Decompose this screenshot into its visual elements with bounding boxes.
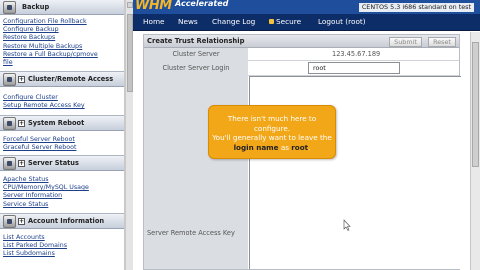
top-nav: Home News Change Log Secure Logout (root… (133, 14, 480, 31)
sidebar-link[interactable]: Service Status (3, 201, 123, 209)
sidebar-link[interactable]: file (3, 59, 123, 67)
section-title: Backup (22, 3, 50, 11)
sidebar-section-cluster[interactable]: + Cluster/Remote Access (0, 71, 124, 87)
sidebar: Backup Configuration File Rollback Confi… (0, 0, 125, 270)
cluster-links: Configure Cluster Setup Remote Access Ke… (3, 94, 123, 110)
sidebar-section-server-status[interactable]: + Server Status (0, 155, 124, 171)
expand-icon[interactable]: + (18, 218, 25, 225)
backup-icon (3, 1, 16, 14)
sidebar-section-backup[interactable]: Backup (0, 0, 124, 15)
submit-button[interactable]: Submit (389, 37, 422, 47)
backup-links: Configuration File Rollback Configure Ba… (3, 18, 123, 67)
hint-mid: as (278, 142, 292, 152)
nav-home[interactable]: Home (143, 17, 165, 26)
hint-end: . (308, 142, 311, 152)
login-field[interactable]: root (308, 62, 400, 74)
nav-logout[interactable]: Logout (root) (318, 17, 366, 26)
hint-highlight-root: root (291, 142, 309, 152)
page-scrollbar[interactable] (470, 32, 480, 270)
cluster-server-row: Cluster Server 123.45.67.189 (144, 48, 459, 61)
expand-icon[interactable]: + (18, 120, 25, 127)
sidebar-link[interactable]: Forceful Server Reboot (3, 136, 123, 144)
expand-icon[interactable]: + (18, 76, 25, 83)
sidebar-section-account-info[interactable]: + Account Information (0, 213, 124, 229)
cluster-server-value: 123.45.67.189 (332, 50, 381, 58)
sidebar-link[interactable]: List Parked Domains (3, 242, 123, 250)
scrollbar-thumb[interactable] (472, 42, 479, 167)
sidebar-link[interactable]: List Subdomains (3, 250, 123, 258)
sidebar-section-reboot[interactable]: + System Reboot (0, 115, 124, 131)
logo-subtitle: Accelerated (175, 0, 229, 8)
lock-icon (269, 19, 274, 24)
reboot-icon (3, 117, 16, 130)
account-info-icon (3, 215, 16, 228)
hint-line-2: You'll generally want to leave the (212, 133, 332, 143)
nav-secure-label: Secure (276, 17, 302, 26)
section-title: Cluster/Remote Access (28, 75, 114, 83)
sidebar-link[interactable]: Configure Backup (3, 26, 123, 34)
server-status-links: Apache Status CPU/Memory/MySQL Usage Ser… (3, 176, 123, 209)
account-info-links: List Accounts List Parked Domains List S… (3, 234, 123, 259)
server-status-icon (3, 157, 16, 170)
reboot-links: Forceful Server Reboot Graceful Server R… (3, 136, 123, 152)
login-row: Cluster Server Login (144, 61, 459, 76)
sidebar-link[interactable]: Configuration File Rollback (3, 18, 123, 26)
reset-button[interactable]: Reset (428, 37, 456, 47)
text-cursor-icon (343, 219, 351, 231)
section-title: System Reboot (28, 119, 85, 127)
server-info: CENTOS 5.3 i686 standard on test (358, 3, 474, 12)
cluster-icon (3, 73, 16, 86)
nav-change-log[interactable]: Change Log (212, 17, 255, 26)
sidebar-link[interactable]: Restore Multiple Backups (3, 43, 123, 51)
sidebar-link[interactable]: Apache Status (3, 176, 123, 184)
expand-icon[interactable]: + (18, 160, 25, 167)
sidebar-scrollbar[interactable] (125, 0, 133, 270)
section-title: Account Information (28, 217, 105, 225)
hint-line-3: login name as root. (209, 143, 335, 153)
access-key-label: Server Remote Access Key (147, 229, 235, 237)
header-banner: WHM Accelerated CENTOS 5.3 i686 standard… (133, 0, 480, 14)
sidebar-link[interactable]: Setup Remote Access Key (3, 102, 123, 110)
sidebar-link[interactable]: CPU/Memory/MySQL Usage (3, 184, 123, 192)
nav-secure[interactable]: Secure (269, 17, 301, 26)
section-title: Server Status (28, 159, 79, 167)
hint-callout: There isn't much here to configure. You'… (208, 105, 336, 159)
cluster-server-label: Cluster Server (144, 48, 248, 61)
sidebar-link[interactable]: List Accounts (3, 234, 123, 242)
login-label: Cluster Server Login (144, 61, 248, 76)
form-title: Create Trust Relationship (147, 37, 245, 45)
nav-news[interactable]: News (178, 17, 198, 26)
sidebar-link[interactable]: Restore a Full Backup/cpmove (3, 51, 123, 59)
sidebar-link[interactable]: Configure Cluster (3, 94, 123, 102)
whm-logo: WHM (135, 0, 172, 13)
hint-line-1: There isn't much here to configure. (227, 114, 317, 133)
sidebar-link[interactable]: Server Information (3, 192, 123, 200)
sidebar-link[interactable]: Graceful Server Reboot (3, 144, 123, 152)
hint-highlight-login: login name (233, 142, 279, 152)
form-header: Create Trust Relationship Submit Reset (144, 35, 459, 48)
sidebar-link[interactable]: Restore Backups (3, 34, 123, 42)
